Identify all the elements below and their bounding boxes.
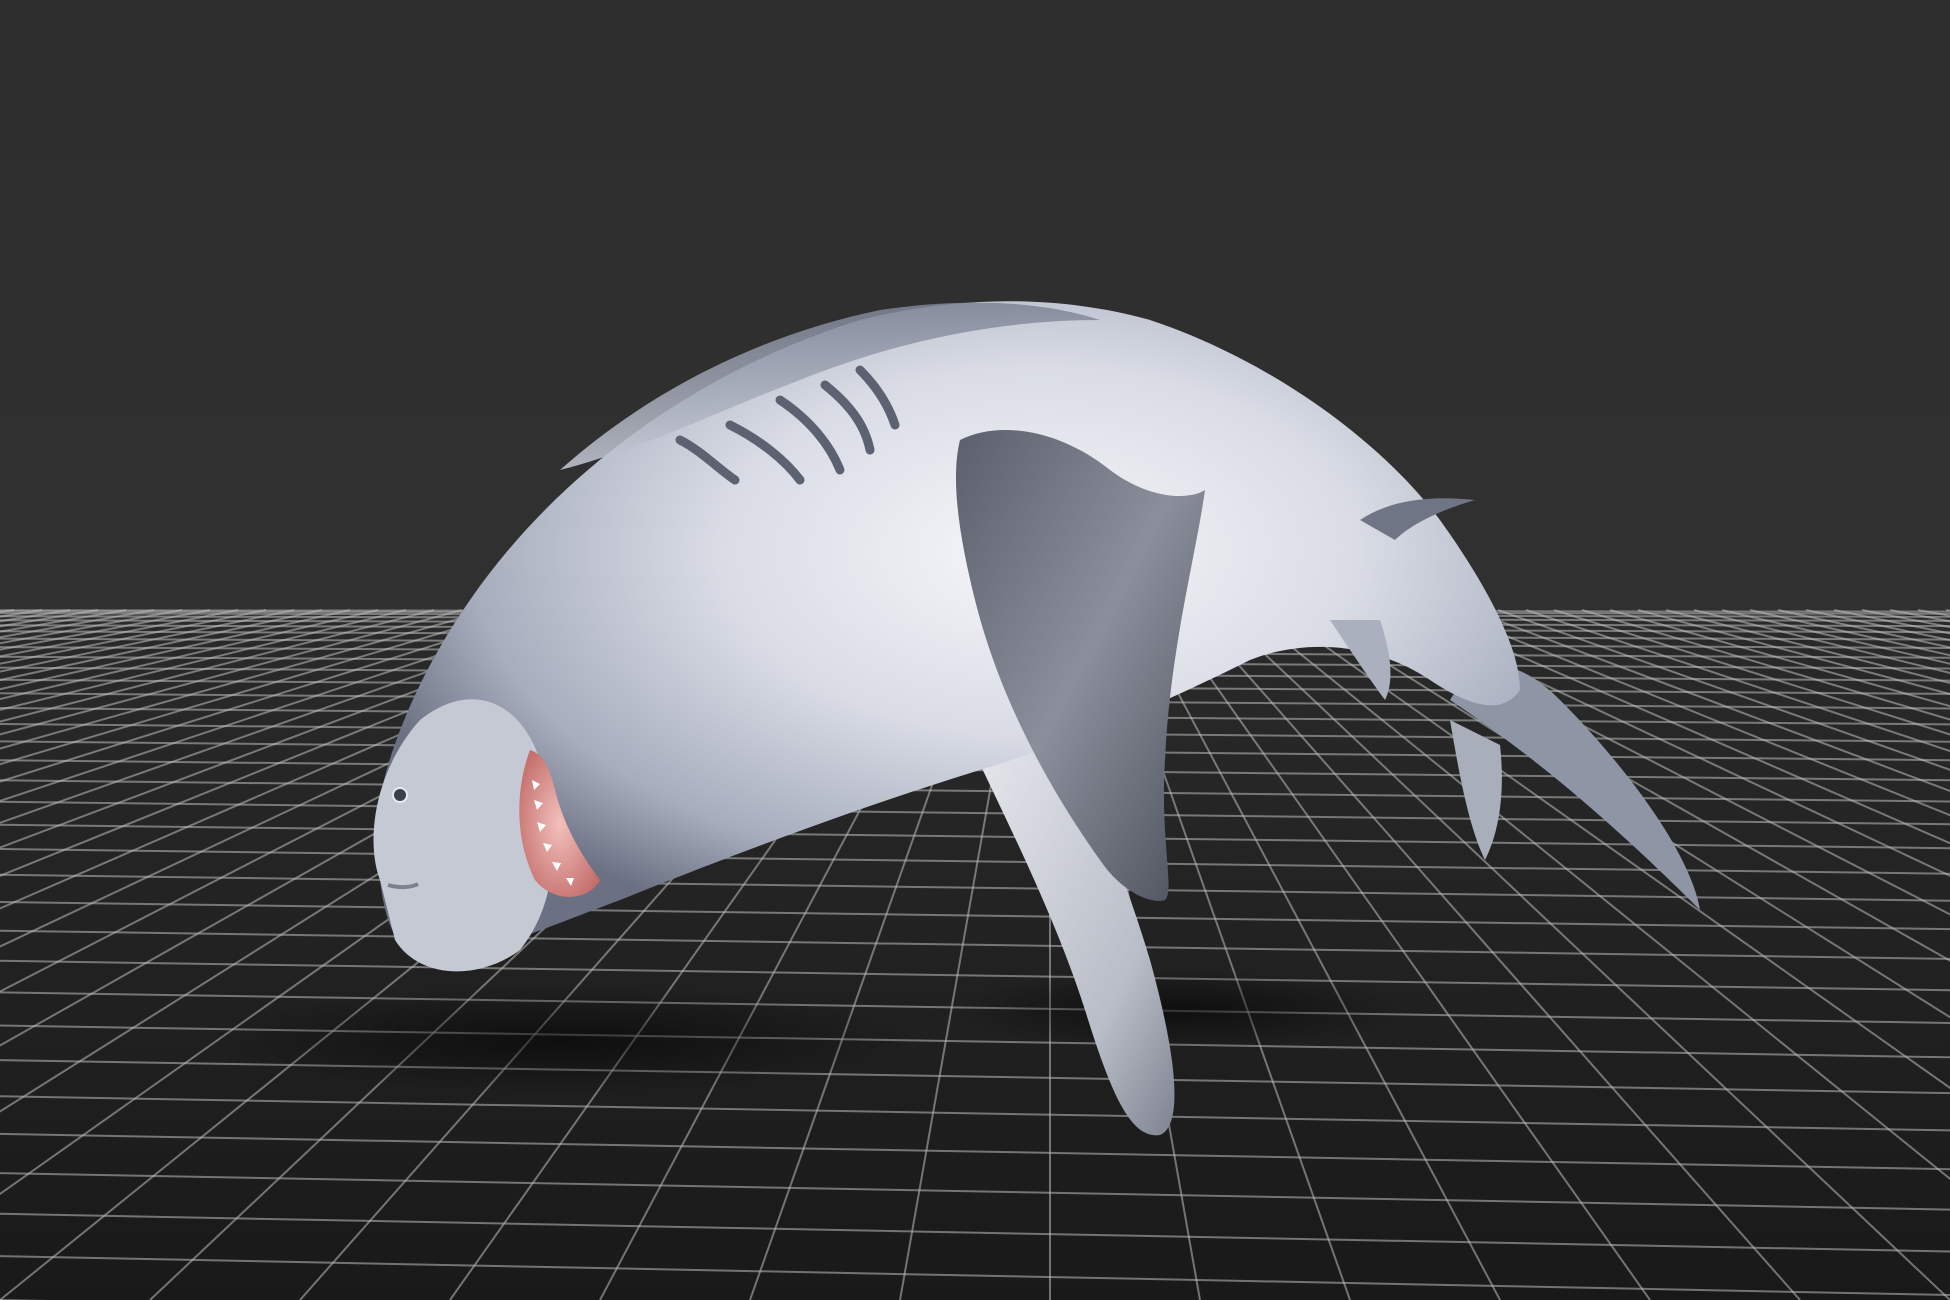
model-shadow xyxy=(200,985,920,1095)
scene-canvas[interactable] xyxy=(0,0,1950,1300)
flipper-shadow xyxy=(950,970,1410,1050)
3d-viewport[interactable] xyxy=(0,0,1950,1300)
shark-eye xyxy=(392,787,408,803)
